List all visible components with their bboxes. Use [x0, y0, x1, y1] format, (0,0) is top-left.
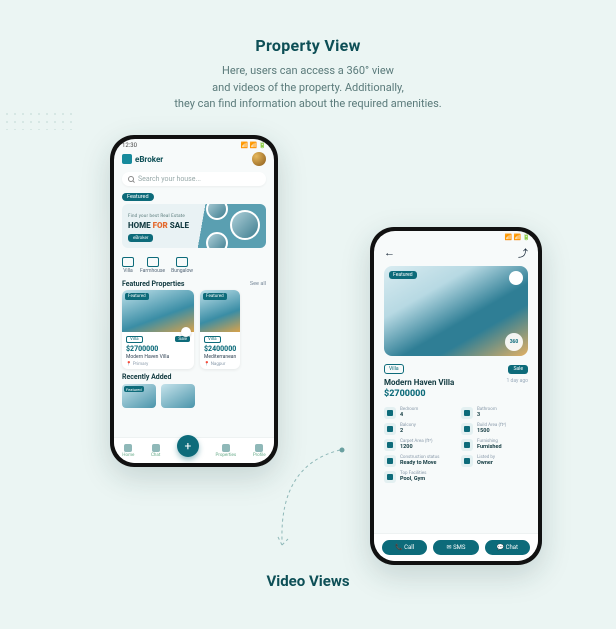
app-brand: eBroker	[122, 154, 163, 164]
amenity-item: Bathroom3	[461, 407, 528, 419]
see-all-link[interactable]: See all	[250, 281, 266, 287]
amenity-item: Build Area (ft²)1500	[461, 423, 528, 435]
decor-circle	[206, 232, 228, 248]
page-header: Property View Here, users can access a 3…	[0, 0, 616, 113]
amenity-icon	[461, 407, 473, 419]
building-icon	[222, 444, 230, 452]
farmhouse-icon	[147, 257, 159, 267]
nav-profile[interactable]: Profile	[253, 444, 266, 458]
status-bar: 📶 📶 🔋	[374, 231, 538, 242]
search-placeholder: Search your house...	[138, 175, 201, 183]
section-title-featured: Featured Properties	[122, 280, 185, 288]
category-bungalow[interactable]: Bungalow	[171, 257, 193, 274]
sale-chip: Sale	[508, 365, 528, 374]
banner-cta[interactable]: eBroker	[128, 234, 153, 242]
amenity-item: FurnishingFurnished	[461, 439, 528, 451]
decor-dots	[3, 110, 73, 130]
property-price: $2700000	[384, 389, 528, 399]
category-row: Villa Farmhouse Bungalow	[114, 251, 274, 277]
nav-chat[interactable]: Chat	[151, 444, 160, 458]
amenity-grid: Bedroom4 Bathroom3 Balcony2 Build Area (ft²…	[374, 401, 538, 485]
logo-icon	[122, 154, 132, 164]
amenity-icon	[384, 423, 396, 435]
amenity-icon	[461, 423, 473, 435]
avatar[interactable]	[252, 152, 266, 166]
bottom-nav: Home Chat + Properties Profile	[114, 437, 274, 463]
chat-icon	[152, 444, 160, 452]
amenity-item: Balcony2	[384, 423, 451, 435]
360-view-button[interactable]: 360	[505, 333, 523, 351]
decor-circle	[206, 204, 228, 220]
amenity-icon	[384, 455, 396, 467]
search-icon	[128, 176, 134, 182]
amenity-item: Carpet Area (ft²)1200	[384, 439, 451, 451]
phone-mockup-home: 12:30📶 📶 🔋 eBroker Search your house... …	[110, 135, 278, 467]
action-bar: 📞 Call ✉ SMS 💬 Chat	[374, 533, 538, 561]
amenity-item: Construction statusReady to Move	[384, 455, 451, 467]
user-icon	[255, 444, 263, 452]
amenity-icon	[384, 471, 396, 483]
decor-circle	[230, 210, 260, 240]
recent-card[interactable]: Featured	[122, 384, 156, 408]
footer-label: Video Views	[0, 572, 616, 590]
heart-icon[interactable]	[509, 271, 523, 285]
promo-banner[interactable]: Find your best Real Estate HOME FOR SALE…	[122, 204, 266, 248]
page-desc: Here, users can access a 360° view and v…	[0, 63, 616, 113]
section-title-recent: Recently Added	[122, 373, 266, 381]
status-bar: 12:30📶 📶 🔋	[114, 139, 274, 150]
villa-icon	[122, 257, 134, 267]
amenity-icon	[384, 439, 396, 451]
page-title: Property View	[0, 36, 616, 55]
phone-mockup-detail: 📶 📶 🔋 ← ⤴ Featured 360 Villa Sale 1 day …	[370, 227, 542, 565]
amenity-item: Bedroom4	[384, 407, 451, 419]
nav-properties[interactable]: Properties	[216, 444, 237, 458]
chat-button[interactable]: 💬 Chat	[485, 540, 530, 555]
amenity-icon	[384, 407, 396, 419]
type-chip: Villa	[384, 364, 404, 374]
category-villa[interactable]: Villa	[122, 257, 134, 274]
featured-tag: Featured	[389, 271, 417, 279]
amenity-item: Top FacilitiesPool, Gym	[384, 471, 451, 483]
property-card[interactable]: Featured Villa $2400000 Mediterranean 📍 …	[200, 290, 240, 369]
category-farmhouse[interactable]: Farmhouse	[140, 257, 165, 274]
sms-button[interactable]: ✉ SMS	[433, 540, 478, 555]
posted-date: 1 day ago	[506, 378, 528, 384]
bungalow-icon	[176, 257, 188, 267]
hero-image[interactable]: Featured 360	[384, 266, 528, 356]
nav-home[interactable]: Home	[122, 444, 134, 458]
featured-pill[interactable]: Featured	[122, 193, 154, 201]
decor-arrow	[270, 445, 370, 565]
amenity-icon	[461, 439, 473, 451]
fab-add[interactable]: +	[177, 435, 199, 457]
home-icon	[124, 444, 132, 452]
search-input[interactable]: Search your house...	[122, 172, 266, 186]
heart-icon[interactable]	[181, 327, 191, 337]
recent-card[interactable]	[161, 384, 195, 408]
property-card[interactable]: Featured VillaSale $2700000 Modern Haven…	[122, 290, 194, 369]
share-icon[interactable]: ⤴	[518, 245, 528, 260]
amenity-item: Listed byOwner	[461, 455, 528, 467]
back-icon[interactable]: ←	[384, 246, 395, 259]
amenity-icon	[461, 455, 473, 467]
call-button[interactable]: 📞 Call	[382, 540, 427, 555]
